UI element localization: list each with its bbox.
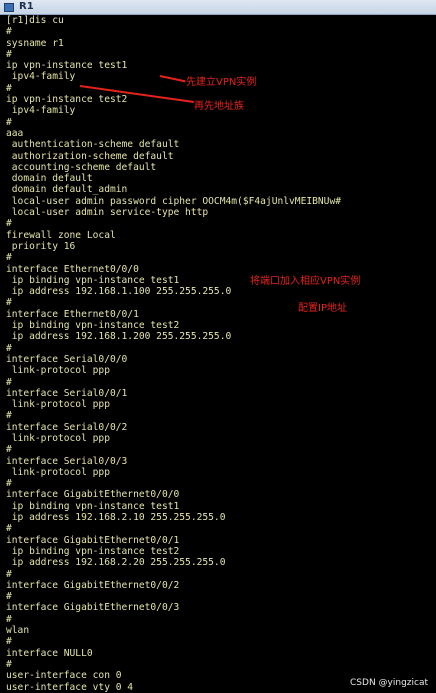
terminal-line: priority 16: [6, 240, 76, 252]
terminal-window-icon: [4, 3, 14, 12]
terminal-line: interface GigabitEthernet0/0/3: [6, 602, 180, 614]
terminal-line: accounting-scheme default: [6, 161, 157, 173]
terminal-line: ip binding vpn-instance test1: [6, 274, 180, 286]
terminal-line: #: [6, 568, 12, 580]
terminal-line: [r1]dis cu: [6, 15, 64, 26]
terminal-line: interface Ethernet0/0/1: [6, 308, 139, 320]
terminal-line: aaa: [6, 127, 24, 139]
annotation-bind-port-vpn: 将端口加入相应VPN实例: [250, 276, 361, 287]
terminal-line: interface GigabitEthernet0/0/1: [6, 534, 180, 546]
terminal-line: link-protocol ppp: [6, 432, 110, 444]
terminal-line: #: [6, 376, 12, 388]
terminal-line: #: [6, 658, 12, 670]
terminal-line: interface Ethernet0/0/0: [6, 263, 139, 275]
terminal-line: #: [6, 523, 12, 535]
terminal-line: firewall zone Local: [6, 229, 116, 241]
terminal-line: #: [6, 48, 12, 60]
terminal-line: ip address 192.168.2.20 255.255.255.0: [6, 557, 226, 569]
terminal-line: interface NULL0: [6, 647, 93, 659]
terminal-line: interface GigabitEthernet0/0/2: [6, 579, 180, 591]
terminal-line: ip binding vpn-instance test2: [6, 320, 180, 332]
terminal-line: ip address 192.168.2.10 255.255.255.0: [6, 512, 226, 524]
terminal-line: #: [6, 410, 12, 422]
annotation-create-vpn-instance: 先建立VPN实例: [186, 77, 257, 88]
terminal-line: local-user admin service-type http: [6, 207, 209, 219]
terminal-line: #: [6, 297, 12, 309]
terminal-line: domain default_admin: [6, 184, 128, 196]
terminal-line: #: [6, 26, 12, 38]
csdn-watermark: CSDN @yingzicat: [350, 678, 428, 688]
terminal-line: ip binding vpn-instance test1: [6, 500, 180, 512]
terminal-line: link-protocol ppp: [6, 365, 110, 377]
terminal-line: interface Serial0/0/0: [6, 353, 128, 365]
terminal-output[interactable]: [r1]dis cu # sysname r1 # ip vpn-instance te…: [6, 15, 434, 693]
terminal-line: #: [6, 613, 12, 625]
terminal-line: interface Serial0/0/1: [6, 387, 128, 399]
terminal-line: link-protocol ppp: [6, 399, 110, 411]
terminal-line: sysname r1: [6, 37, 64, 49]
terminal-line: #: [6, 116, 12, 128]
window-title: R1: [19, 1, 34, 12]
terminal-line: domain default: [6, 173, 93, 185]
window-titlebar: R1: [0, 0, 436, 15]
terminal-line: #: [6, 218, 12, 230]
terminal-line: ip address 192.168.1.100 255.255.255.0: [6, 286, 232, 298]
terminal-line: ip vpn-instance test1: [6, 60, 128, 72]
terminal-line: #: [6, 636, 12, 648]
terminal-line: #: [6, 342, 12, 354]
terminal-line: #: [6, 478, 12, 490]
terminal-line: ip binding vpn-instance test2: [6, 545, 180, 557]
terminal-line: #: [6, 591, 12, 603]
terminal-line: interface Serial0/0/2: [6, 421, 128, 433]
terminal-line: local-user admin password cipher OOCM4m(…: [6, 195, 342, 207]
terminal-line: interface Serial0/0/3: [6, 455, 128, 467]
terminal-line: #: [6, 444, 12, 456]
terminal-line: ip address 192.168.1.200 255.255.255.0: [6, 331, 232, 343]
annotation-configure-ip: 配置IP地址: [298, 303, 347, 314]
terminal-line: link-protocol ppp: [6, 466, 110, 478]
annotation-address-family: 再先地址族: [194, 101, 244, 112]
terminal-line: interface GigabitEthernet0/0/0: [6, 489, 180, 501]
terminal-line: authorization-scheme default: [6, 150, 174, 162]
terminal-line: #: [6, 252, 12, 264]
terminal-line: wlan: [6, 625, 30, 637]
terminal-line: authentication-scheme default: [6, 139, 180, 151]
